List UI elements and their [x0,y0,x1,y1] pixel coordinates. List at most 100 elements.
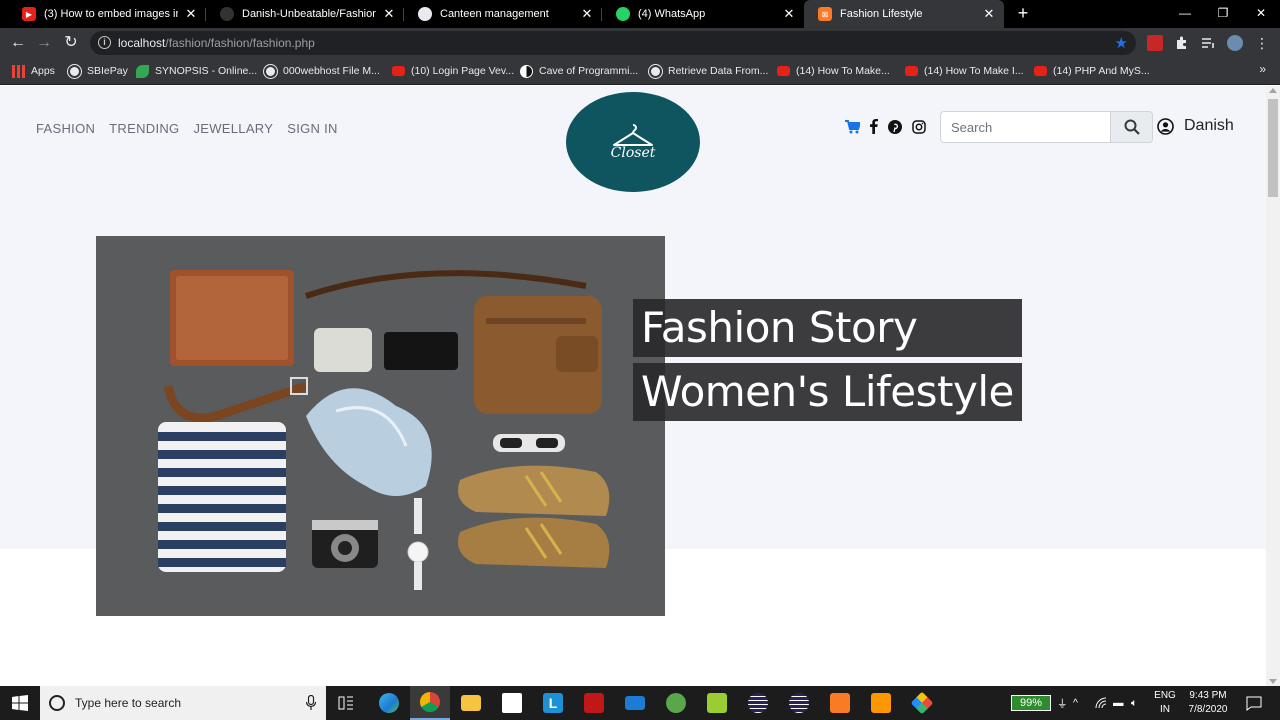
bookmark-label: SYNOPSIS - Online... [155,65,258,77]
speaker-icon[interactable]: 🔈︎ [1131,686,1137,720]
user-menu[interactable]: Danish [1157,117,1234,135]
extensions-puzzle-icon[interactable] [1174,35,1190,51]
xampp-icon[interactable] [820,686,860,720]
youtube-icon [777,66,790,76]
windows-taskbar: Type here to search L 99% ⏚ ^ ▬ 🔈︎ ENG I… [0,686,1280,720]
notifications-icon[interactable] [1246,686,1262,720]
microphone-icon[interactable] [306,695,316,711]
bookmark-apps[interactable]: Apps [12,63,55,79]
windows-start-button[interactable] [0,686,40,720]
info-icon[interactable]: i [98,36,111,49]
menu-kebab-icon[interactable]: ⋮ [1254,35,1270,51]
search-button[interactable] [1110,111,1153,143]
tab-fashion-lifestyle[interactable]: ⊠ Fashion Lifestyle ✕ [804,0,1004,28]
logo-text: Closet [610,145,656,161]
nav-trending[interactable]: TRENDING [109,121,179,136]
chrome-icon[interactable] [410,686,450,720]
page-scrollbar[interactable] [1266,86,1280,686]
profile-avatar-icon[interactable] [1227,35,1243,51]
bookmark-000webhost[interactable]: 000webhost File M... [264,63,380,79]
bookmark-php-mysql[interactable]: (14) PHP And MyS... [1034,63,1150,79]
bookmark-label: (14) PHP And MyS... [1053,65,1150,77]
bookmark-retrieve-data[interactable]: Retrieve Data From... [649,63,768,79]
battery-indicator[interactable]: 99% [1011,695,1051,711]
mail-icon[interactable] [615,686,655,720]
sublime-text-icon[interactable] [861,686,901,720]
facebook-icon[interactable] [870,119,878,134]
bookmark-how-to-make-2[interactable]: (14) How To Make I... [905,63,1024,79]
android-studio-icon[interactable] [656,686,696,720]
task-view-icon[interactable] [326,686,366,720]
back-arrow-icon[interactable]: ← [6,31,30,55]
store-icon[interactable] [492,686,532,720]
close-icon[interactable]: ✕ [782,6,796,22]
bookmark-label: (14) How To Make... [796,65,890,77]
close-icon[interactable]: ✕ [982,6,996,22]
address-bar[interactable]: i localhost/fashion/fashion/fashion.php … [90,31,1136,55]
reading-list-icon[interactable] [1200,35,1216,51]
scroll-up-arrow-icon[interactable] [1269,88,1277,93]
scroll-down-arrow-icon[interactable] [1269,679,1277,684]
caption-womens-lifestyle: Women's Lifestyle [633,363,1022,421]
bookmark-sbiepay[interactable]: SBIePay [68,63,128,79]
letter-l-app-icon[interactable]: L [533,686,573,720]
chevron-double-right-icon[interactable]: » [1259,62,1266,76]
pinterest-icon[interactable] [888,119,902,134]
power-plug-icon[interactable]: ⏚ [1057,686,1068,720]
instagram-icon[interactable] [912,119,926,134]
github-icon [220,7,234,21]
youtube-icon [392,66,405,76]
forward-arrow-icon[interactable]: → [32,31,56,55]
close-icon[interactable]: ✕ [580,6,594,22]
minimize-button[interactable]: — [1166,0,1204,28]
reload-icon[interactable]: ↻ [59,31,83,55]
notepad-plus-icon[interactable] [697,686,737,720]
bookmark-login-page[interactable]: (10) Login Page Vev... [392,63,514,79]
taskbar-search[interactable]: Type here to search [40,686,326,720]
wifi-icon[interactable] [1095,686,1107,720]
search-input[interactable] [940,111,1110,143]
language-indicator[interactable]: ENG IN [1152,689,1178,717]
mcafee-icon[interactable] [574,686,614,720]
edge-icon[interactable] [369,686,409,720]
tab-canteen[interactable]: Canteen management ✕ [404,0,602,28]
bookmark-cave-of-programming[interactable]: Cave of Programmi... [520,63,638,79]
tab-youtube-embed[interactable]: ▶ (3) How to embed images in Gith ✕ [8,0,206,28]
clock-time: 9:43 PM [1189,690,1227,701]
maximize-button[interactable]: ❐ [1204,0,1242,28]
network-icon[interactable]: ▬ [1113,686,1124,720]
eclipse-2-icon[interactable] [779,686,819,720]
tab-github[interactable]: Danish-Unbeatable/Fashion-E-Co ✕ [206,0,404,28]
site-logo[interactable]: Closet [566,92,700,192]
windows-logo-icon [12,695,28,711]
browser-toolbar: ← → ↻ i localhost/fashion/fashion/fashio… [0,28,1280,58]
globe-icon [649,64,662,78]
tab-whatsapp[interactable]: (4) WhatsApp ✕ [602,0,804,28]
tab-title: (3) How to embed images in Gith [44,8,178,20]
social-icons [845,119,926,134]
close-window-button[interactable]: ✕ [1242,0,1280,28]
chevron-up-icon[interactable]: ^ [1073,686,1078,720]
bookmark-how-to-make-1[interactable]: (14) How To Make... [777,63,890,79]
globe-icon [418,7,432,21]
main-nav: FASHION TRENDING JEWELLARY SIGN IN [36,121,338,136]
extension-shield-icon[interactable] [1147,35,1163,51]
system-clock[interactable]: 9:43 PM 7/8/2020 [1185,689,1231,717]
bookmark-star-icon[interactable]: ★ [1115,34,1128,52]
bookmark-synopsis[interactable]: SYNOPSIS - Online... [136,63,257,79]
bookmark-label: 000webhost File M... [283,65,380,77]
file-explorer-icon[interactable] [451,686,491,720]
hero-flatlay-image [96,236,665,616]
shopping-cart-icon[interactable] [845,119,860,134]
eclipse-icon[interactable] [738,686,778,720]
new-tab-button[interactable]: + [1012,2,1034,24]
tab-title: Danish-Unbeatable/Fashion-E-Co [242,8,376,20]
git-gui-icon[interactable] [902,686,942,720]
nav-jewellary[interactable]: JEWELLARY [193,121,273,136]
nav-sign-in[interactable]: SIGN IN [287,121,338,136]
nav-fashion[interactable]: FASHION [36,121,95,136]
close-icon[interactable]: ✕ [382,6,396,22]
scrollbar-thumb[interactable] [1268,99,1278,197]
close-icon[interactable]: ✕ [184,6,198,22]
language-code: ENG [1154,690,1176,701]
